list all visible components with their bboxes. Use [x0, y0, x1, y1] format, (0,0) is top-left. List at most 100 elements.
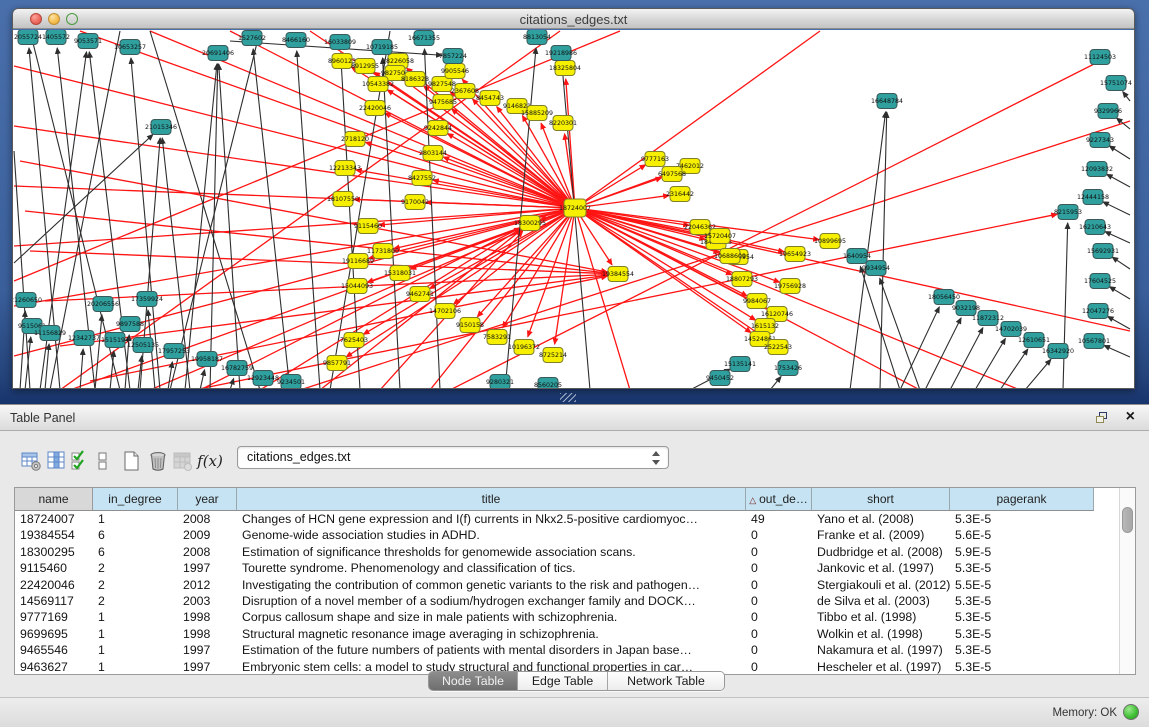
cell-pagerank[interactable]: 5.3E-5 [950, 593, 1094, 609]
graph-node[interactable]: 16342920 [1042, 344, 1074, 359]
cell-in_degree[interactable]: 2 [93, 593, 178, 609]
cell-in_degree[interactable]: 1 [93, 626, 178, 642]
cell-year[interactable]: 1997 [178, 642, 237, 658]
cell-pagerank[interactable]: 5.3E-5 [950, 642, 1094, 658]
graph-node[interactable]: 9032198 [952, 301, 980, 316]
graph-node[interactable]: 19218986 [545, 46, 577, 61]
import-table-icon[interactable] [170, 448, 196, 474]
graph-node[interactable]: 9897588 [116, 317, 144, 332]
cell-title[interactable]: Genome-wide association studies in ADHD. [237, 527, 746, 543]
black-edge[interactable] [1063, 223, 1068, 388]
float-panel-icon[interactable] [1096, 412, 1109, 424]
graph-node[interactable]: 15692931 [1087, 244, 1119, 259]
black-edge[interactable] [1109, 287, 1130, 299]
graph-node[interactable]: 9227343 [1086, 133, 1114, 148]
tab-node-table[interactable]: Node Table [429, 672, 518, 690]
black-edge[interactable] [1000, 349, 1028, 388]
table-settings-icon[interactable] [18, 448, 44, 474]
graph-node[interactable]: 9234501 [277, 375, 305, 389]
graph-node[interactable]: 9450452 [706, 371, 734, 386]
graph-node[interactable]: 8813054 [523, 30, 551, 45]
red-edge[interactable] [30, 251, 607, 274]
cell-short[interactable]: Stergiakouli et al. (2012) [812, 577, 950, 593]
table-vertical-scrollbar[interactable] [1119, 488, 1135, 674]
red-edge[interactable] [14, 66, 575, 208]
cell-out_degree[interactable]: 0 [746, 577, 812, 593]
graph-node[interactable]: 2367608 [451, 84, 479, 99]
cell-short[interactable]: Tibbo et al. (1998) [812, 609, 950, 625]
graph-node[interactable]: 21260650 [13, 293, 42, 308]
cell-pagerank[interactable]: 5.3E-5 [950, 626, 1094, 642]
graph-node[interactable]: 8186328 [401, 72, 429, 87]
cell-year[interactable]: 2012 [178, 577, 237, 593]
black-edge[interactable] [1112, 257, 1130, 269]
network-canvas[interactable]: 1872400718300295896012389129551822605898… [13, 30, 1134, 388]
new-document-icon[interactable] [119, 448, 145, 474]
black-edge[interactable] [80, 349, 83, 388]
graph-node[interactable]: 9150158 [456, 318, 484, 333]
graph-node[interactable]: 11124503 [1084, 50, 1116, 65]
black-edge[interactable] [1109, 146, 1130, 159]
table-row[interactable]: 1938455462009Genome-wide association stu… [15, 527, 1119, 543]
cell-short[interactable]: de Silva et al. (2003) [812, 593, 950, 609]
cell-in_degree[interactable]: 1 [93, 609, 178, 625]
black-edge[interactable] [219, 64, 240, 388]
graph-node[interactable]: 15751074 [1100, 76, 1132, 91]
cell-pagerank[interactable]: 5.3E-5 [950, 511, 1094, 527]
black-edge[interactable] [900, 307, 939, 388]
cell-in_degree[interactable]: 6 [93, 527, 178, 543]
trash-icon[interactable] [145, 448, 171, 474]
black-edge[interactable] [230, 378, 234, 388]
graph-node[interactable]: 14702039 [995, 322, 1027, 337]
graph-node[interactable]: 12093832 [1081, 162, 1113, 177]
cell-name[interactable]: 18300295 [15, 544, 93, 560]
graph-node[interactable]: 7857224 [439, 49, 467, 64]
black-edge[interactable] [150, 31, 260, 388]
cell-name[interactable]: 9115460 [15, 560, 93, 576]
graph-node[interactable]: 9329966 [1094, 104, 1122, 119]
cell-pagerank[interactable]: 5.9E-5 [950, 544, 1094, 560]
cell-name[interactable]: 9777169 [15, 609, 93, 625]
black-edge[interactable] [200, 370, 205, 388]
cell-pagerank[interactable]: 5.6E-5 [950, 527, 1094, 543]
graph-node[interactable]: 1405572 [42, 30, 70, 45]
graph-node[interactable]: 9170042 [401, 195, 429, 210]
cell-out_degree[interactable]: 0 [746, 593, 812, 609]
graph-node[interactable]: 8725214 [539, 348, 567, 363]
cell-title[interactable]: Investigating the contribution of common… [237, 577, 746, 593]
graph-node[interactable]: 1753426 [774, 361, 802, 376]
cell-title[interactable]: Corpus callosum shape and size in male p… [237, 609, 746, 625]
black-edge[interactable] [975, 338, 1005, 388]
cell-in_degree[interactable]: 2 [93, 577, 178, 593]
graph-node[interactable]: 7583291 [483, 330, 511, 345]
graph-node[interactable]: 2803144 [419, 146, 447, 161]
cell-name[interactable]: 18724007 [15, 511, 93, 527]
tab-network-table[interactable]: Network Table [608, 672, 724, 690]
cell-out_degree[interactable]: 0 [746, 609, 812, 625]
black-edge[interactable] [95, 315, 102, 388]
black-edge[interactable] [1123, 92, 1130, 101]
cell-short[interactable]: Dudbridge et al. (2008) [812, 544, 950, 560]
memory-status-indicator[interactable] [1123, 704, 1139, 720]
cell-in_degree[interactable]: 6 [93, 544, 178, 560]
graph-node[interactable]: 8220301 [549, 116, 577, 131]
graph-node[interactable]: 8215953 [1054, 205, 1082, 220]
red-edge[interactable] [45, 275, 607, 301]
red-edge[interactable] [20, 161, 607, 272]
table-row[interactable]: 1872400712008Changes of HCN gene express… [15, 511, 1119, 527]
cell-short[interactable]: Wolkin et al. (1998) [812, 626, 950, 642]
cell-out_degree[interactable]: 0 [746, 527, 812, 543]
window-titlebar[interactable]: citations_edges.txt [13, 9, 1134, 29]
column-header-in_degree[interactable]: in_degree [93, 488, 178, 511]
cell-year[interactable]: 2008 [178, 511, 237, 527]
column-header-pagerank[interactable]: pagerank [950, 488, 1094, 511]
red-edge[interactable] [60, 275, 607, 346]
graph-node[interactable]: 18724007 [559, 199, 591, 217]
cell-in_degree[interactable]: 1 [93, 642, 178, 658]
graph-node[interactable]: 9984067 [743, 294, 771, 309]
cell-title[interactable]: Disruption of a novel member of a sodium… [237, 593, 746, 609]
cell-title[interactable]: Estimation of significance thresholds fo… [237, 544, 746, 560]
graph-node[interactable]: 18325804 [549, 61, 581, 76]
close-panel-icon[interactable]: × [1126, 408, 1135, 426]
cell-year[interactable]: 2008 [178, 544, 237, 560]
